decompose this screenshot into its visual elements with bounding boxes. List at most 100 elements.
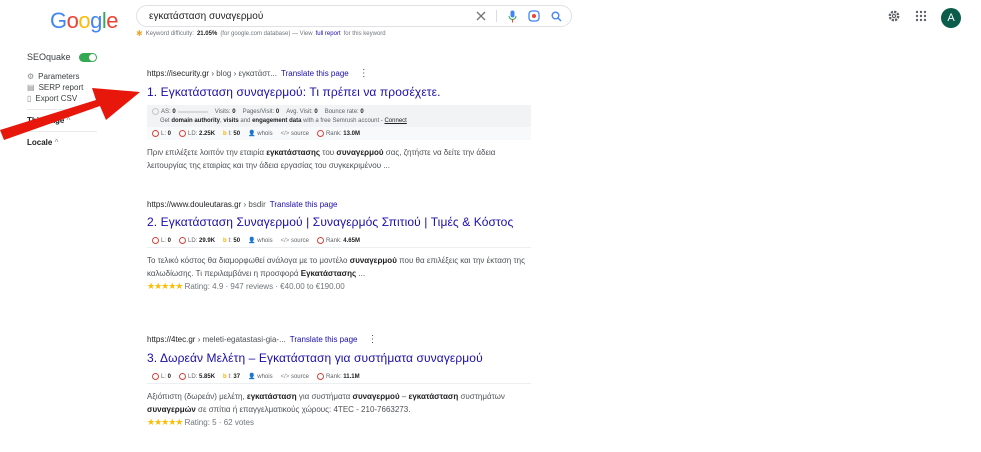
seo-stats: L: 0 LD: 5.85K b I: 37 👤 whois </> sourc… (147, 370, 531, 385)
stat-whois[interactable]: 👤 whois (248, 237, 273, 244)
person-icon: 👤 (248, 374, 256, 381)
lens-search-icon[interactable] (527, 9, 541, 23)
bing-icon: b (223, 373, 227, 380)
circle-icon (179, 373, 187, 380)
stat-l[interactable]: L: 0 (152, 130, 171, 137)
snippet-highlight: εγκατάσταση (408, 392, 459, 402)
result-domain[interactable]: https://www.douleutaras.gr (147, 200, 241, 209)
logo-letter: G (50, 8, 67, 33)
kd-value: 21.05% (196, 30, 218, 37)
person-icon: 👤 (248, 238, 256, 245)
stat-whois[interactable]: 👤 whois (248, 130, 273, 137)
seoquake-toggle[interactable] (79, 52, 97, 62)
settings-gear-icon[interactable] (887, 9, 901, 28)
more-options-icon[interactable]: ⋮ (367, 334, 377, 345)
person-icon: 👤 (248, 131, 256, 138)
stat-l[interactable]: L: 0 (152, 237, 171, 244)
code-icon: </> (280, 237, 290, 244)
circle-icon (316, 237, 324, 244)
stat-source[interactable]: </> source (281, 238, 309, 244)
result-snippet: Αξιόπιστη (δωρεάν) μελέτη, εγκατάσταση γ… (147, 390, 527, 416)
code-icon: </> (280, 130, 290, 137)
account-avatar[interactable]: A (941, 8, 961, 28)
logo-letter: o (66, 8, 79, 33)
as-bar (177, 110, 208, 113)
snippet-text: σε σπίτια ή επαγγελματικούς χώρους: 4TEC… (195, 405, 411, 415)
snippet-highlight: συναγερμού (336, 148, 384, 158)
result-domain[interactable]: https://4tec.gr (147, 335, 195, 344)
stat-ld[interactable]: LD: 2.25K (179, 130, 215, 137)
metric-bounce: Bounce rate: 0 (324, 108, 364, 115)
more-options-icon[interactable]: ⋮ (359, 68, 369, 79)
stat-i[interactable]: b I: 37 (223, 374, 240, 380)
metric-as: AS: 0 (152, 108, 208, 115)
kd-label: Keyword difficulty: (145, 30, 194, 37)
stat-l[interactable]: L: 0 (152, 373, 171, 380)
logo-letter: g (90, 8, 102, 33)
voice-search-icon[interactable] (505, 9, 519, 23)
search-divider (496, 10, 497, 22)
circle-icon (152, 130, 159, 138)
result-path: › bsdir (243, 200, 266, 209)
result-path: › blog › εγκατάστ... (211, 69, 277, 78)
header-actions: A (887, 8, 961, 28)
google-logo[interactable]: Google (50, 8, 119, 34)
apps-grid-icon[interactable] (915, 9, 927, 27)
result-domain[interactable]: https://isecurity.gr (147, 69, 209, 78)
stat-rank[interactable]: Rank: 13.0M (316, 130, 360, 138)
snippet-highlight: εγκατάσταση (246, 392, 297, 402)
result-rating: ★★★★★ Rating: 5 · 62 votes (147, 417, 531, 428)
circle-icon (316, 373, 324, 380)
search-result: https://4tec.gr › meleti-egatastasi-gia-… (147, 334, 531, 428)
bing-icon: b (223, 130, 227, 137)
stat-source[interactable]: </> source (281, 374, 309, 380)
translate-link[interactable]: Translate this page (281, 69, 349, 78)
snippet-text: ... (356, 269, 366, 279)
search-box[interactable] (136, 5, 572, 27)
result-title-link[interactable]: 3. Δωρεάν Μελέτη – Εγκατάσταση για συστή… (147, 350, 531, 366)
circle-icon (179, 130, 187, 138)
kd-middle: (for google.com database) — View (220, 30, 313, 37)
search-input[interactable] (149, 10, 466, 22)
metric-avg: Avg. Visit: 0 (286, 108, 318, 115)
metric-pages: Pages/Visit: 0 (242, 108, 280, 115)
result-title-link[interactable]: 2. Εγκατάσταση Συναγερμού | Συναγερμός Σ… (147, 214, 531, 230)
circle-icon (179, 237, 187, 244)
result-cite: https://4tec.gr › meleti-egatastasi-gia-… (147, 334, 531, 345)
result-cite: https://www.douleutaras.gr › bsdir Trans… (147, 200, 531, 209)
stat-rank[interactable]: Rank: 11.1M (316, 373, 360, 380)
translate-link[interactable]: Translate this page (270, 200, 338, 209)
snippet-highlight: συναγερμού (352, 392, 400, 402)
seoquake-icon: ✱ (136, 29, 143, 38)
search-icon[interactable] (549, 9, 563, 23)
logo-letter: e (106, 8, 119, 33)
seo-stats: L: 0 LD: 29.9K b I: 50 👤 whois </> sourc… (147, 234, 531, 249)
rating-stars: ★★★★★ (147, 281, 183, 292)
clear-icon[interactable] (474, 9, 488, 23)
snippet-highlight: Εγκατάστασης (300, 269, 357, 279)
stat-whois[interactable]: 👤 whois (248, 373, 273, 380)
translate-link[interactable]: Translate this page (290, 335, 358, 344)
stat-ld[interactable]: LD: 29.9K (179, 237, 215, 244)
stat-i[interactable]: b I: 50 (223, 131, 240, 137)
circle-icon (316, 130, 324, 138)
snippet-text: συστημάτων (458, 392, 505, 402)
circle-icon (152, 373, 159, 380)
rating-stars: ★★★★★ (147, 417, 183, 428)
snippet-text: Το τελικό κόστος θα διαμορφωθεί ανάλογα … (147, 256, 350, 266)
semrush-promo: Get domain authority, visits and engagem… (160, 118, 407, 125)
semrush-metrics: AS: 0 Visits: 0 Pages/Visit: 0 Avg. Visi… (147, 105, 531, 128)
stat-ld[interactable]: LD: 5.85K (179, 373, 215, 380)
kd-suffix: for this keyword (343, 30, 386, 37)
result-snippet: Το τελικό κόστος θα διαμορφωθεί ανάλογα … (147, 254, 527, 280)
snippet-text: Πριν επιλέξετε λοιπόν την εταιρία (147, 148, 267, 158)
result-title-link[interactable]: 1. Εγκατάσταση συναγερμού: Τι πρέπει να … (147, 84, 531, 100)
stat-source[interactable]: </> source (281, 131, 309, 137)
full-report-link[interactable]: full report (316, 31, 341, 37)
connect-link[interactable]: Connect (384, 118, 406, 124)
snippet-text: του (320, 148, 337, 158)
stat-i[interactable]: b I: 50 (223, 238, 240, 244)
bing-icon: b (223, 237, 227, 244)
stat-rank[interactable]: Rank: 4.65M (316, 237, 360, 244)
snippet-highlight: συναγερμών (147, 405, 196, 415)
